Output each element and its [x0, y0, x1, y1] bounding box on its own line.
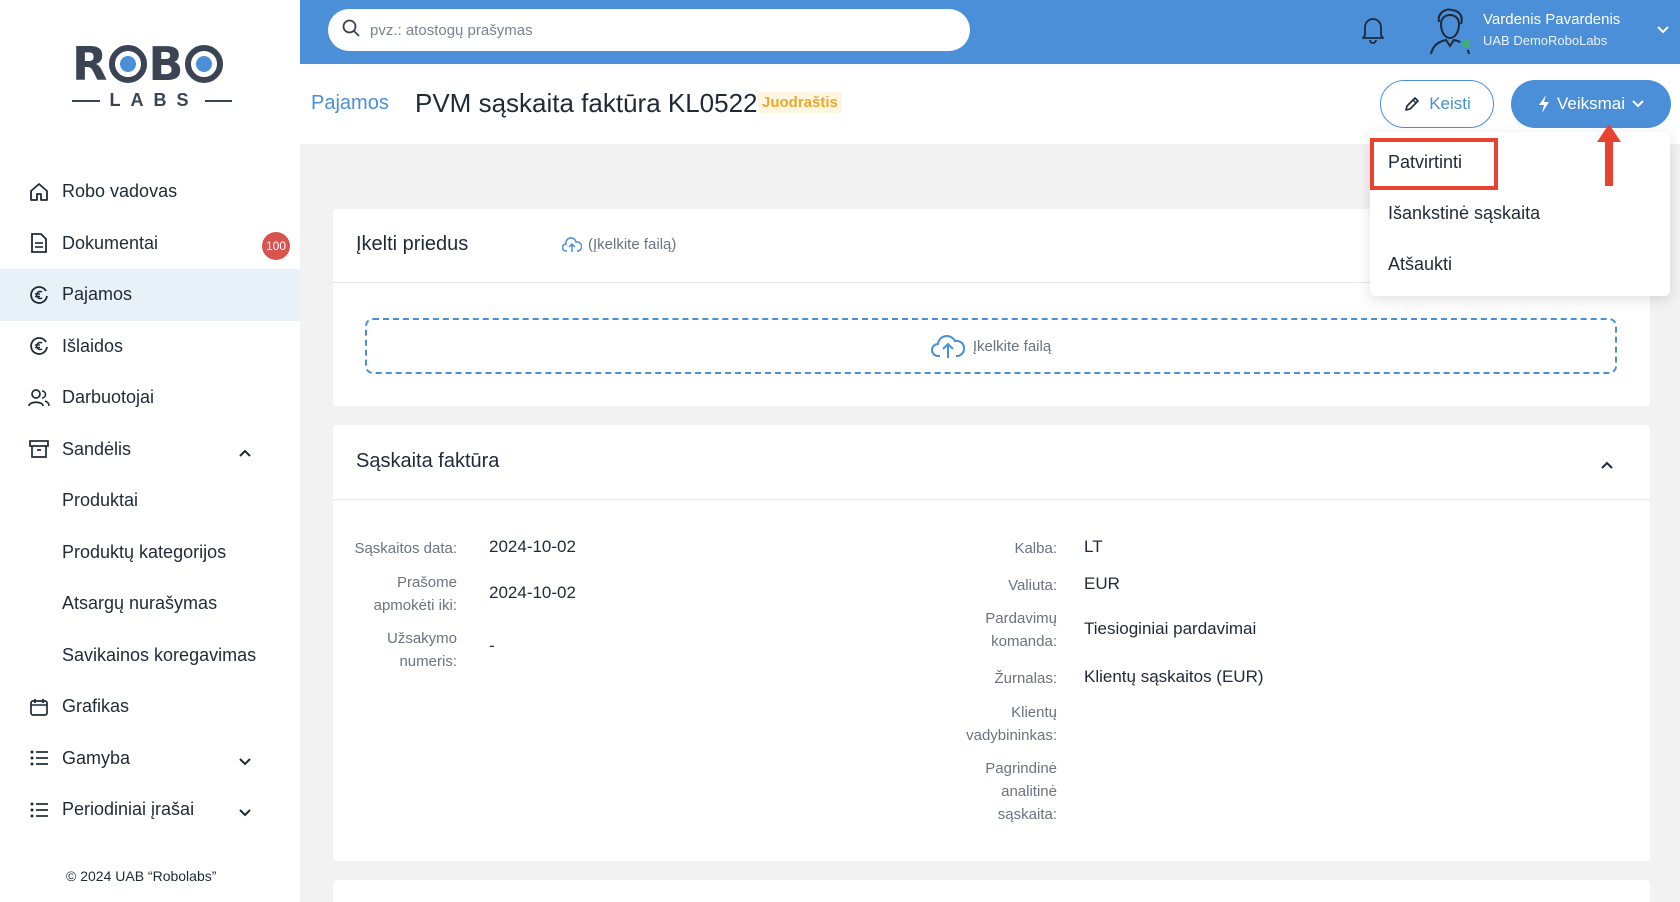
sidebar-nav: Robo vadovas Dokumentai 100 Pajamos Išla… — [0, 166, 300, 836]
actions-button-label: Veiksmai — [1556, 94, 1626, 113]
chevron-down-icon[interactable] — [238, 802, 252, 823]
sidebar-item-label: Gamyba — [62, 747, 131, 768]
users-icon — [28, 387, 50, 409]
sidebar-item-periodiniai-irasai[interactable]: Periodiniai įrašai — [0, 784, 300, 836]
sidebar-item-label: Pajamos — [62, 284, 133, 305]
sidebar-item-label: Darbuotojai — [62, 387, 155, 408]
sidebar-item-sandelis[interactable]: Sandėlis — [0, 424, 300, 476]
euro-circle-icon — [28, 284, 50, 306]
status-badge: Juodraštis — [758, 92, 842, 113]
search-box[interactable] — [328, 9, 970, 51]
sidebar-item-label: Produktų kategorijos — [62, 541, 227, 562]
field-value-due-date: 2024-10-02 — [489, 583, 576, 602]
sidebar-item-label: Robo vadovas — [62, 181, 178, 202]
actions-button[interactable]: Veiksmai — [1511, 80, 1671, 128]
chevron-down-icon — [1632, 100, 1644, 108]
menu-item-atsaukti[interactable]: Atšaukti — [1388, 254, 1452, 275]
sidebar-item-produktu-kategorijos[interactable]: Produktų kategorijos — [0, 527, 300, 579]
divider — [333, 499, 1650, 500]
sidebar-item-produktai[interactable]: Produktai — [0, 475, 300, 527]
chevron-down-icon[interactable] — [238, 751, 252, 772]
field-value-invoice-date: 2024-10-02 — [489, 537, 576, 556]
list-icon — [28, 799, 50, 821]
search-icon — [342, 19, 360, 42]
sidebar-item-grafikas[interactable]: Grafikas — [0, 681, 300, 733]
chevron-up-icon[interactable] — [1600, 457, 1614, 475]
file-dropzone[interactable]: Įkelkite failą — [365, 318, 1617, 374]
sidebar: RB LABS Robo vadovas Dokumentai 100 Paja… — [0, 0, 300, 902]
breadcrumb[interactable]: Pajamos — [311, 92, 389, 115]
cloud-upload-icon — [562, 236, 582, 252]
field-label-account-manager: Klientų vadybininkas: — [966, 704, 1057, 744]
calendar-icon — [28, 696, 50, 718]
sidebar-item-pajamos[interactable]: Pajamos — [0, 269, 300, 321]
field-label-analytic-account: Pagrindinė analitinė sąskaita: — [985, 760, 1057, 823]
user-company: UAB DemoRoboLabs — [1483, 33, 1608, 48]
field-label-due-date: Prašome apmokėti iki: — [373, 574, 457, 614]
sidebar-item-darbuotojai[interactable]: Darbuotojai — [0, 372, 300, 424]
attachments-title: Įkelti priedus — [356, 233, 469, 255]
field-value-currency: EUR — [1084, 574, 1120, 593]
page-title: PVM sąskaita faktūra KL0522 — [415, 88, 758, 118]
sidebar-item-label: Išlaidos — [62, 335, 124, 356]
sidebar-item-islaidos[interactable]: Išlaidos — [0, 321, 300, 373]
field-value-order-number: - — [489, 636, 495, 655]
field-label-currency: Valiuta: — [1008, 577, 1057, 594]
home-icon — [28, 181, 50, 203]
sidebar-item-gamyba[interactable]: Gamyba — [0, 733, 300, 785]
user-name[interactable]: Vardenis Pavardenis — [1483, 11, 1620, 28]
sidebar-item-savikainos-koregavimas[interactable]: Savikainos koregavimas — [0, 630, 300, 682]
dropzone-label: Įkelkite failą — [972, 337, 1052, 355]
notification-badge: 100 — [262, 231, 290, 260]
online-status-dot — [1460, 38, 1472, 50]
top-bar: Vardenis Pavardenis UAB DemoRoboLabs — [300, 0, 1680, 64]
list-icon — [28, 747, 50, 769]
chevron-down-icon[interactable] — [1656, 22, 1670, 40]
field-value-language: LT — [1084, 537, 1103, 556]
copyright-text: © 2024 UAB “Robolabs” — [66, 868, 217, 884]
sidebar-item-label: Grafikas — [62, 696, 130, 717]
edit-button-label: Keisti — [1429, 94, 1471, 113]
sidebar-item-label: Dokumentai — [62, 232, 159, 253]
document-icon — [28, 232, 50, 254]
sidebar-item-label: Produktai — [62, 490, 139, 511]
field-label-sales-team: Pardavimų komanda: — [985, 610, 1057, 650]
sidebar-item-label: Periodiniai įrašai — [62, 799, 195, 820]
lightning-icon — [1538, 95, 1549, 113]
robolabs-logo[interactable]: RB LABS — [72, 40, 232, 120]
chevron-up-icon[interactable] — [238, 442, 252, 463]
pencil-icon — [1405, 97, 1420, 111]
upload-link[interactable]: (Įkelkite failą) — [562, 236, 676, 253]
search-input[interactable] — [370, 21, 930, 39]
menu-item-isankstine-saskaita[interactable]: Išankstinė sąskaita — [1388, 203, 1540, 224]
field-label-order-number: Užsakymo numeris: — [386, 630, 457, 670]
field-label-language: Kalba: — [1014, 540, 1057, 557]
field-label-journal: Žurnalas: — [994, 670, 1057, 687]
invoice-card: Sąskaita faktūra Sąskaitos data: 2024-10… — [333, 425, 1650, 861]
archive-icon — [28, 438, 50, 460]
field-label-invoice-date: Sąskaitos data: — [354, 540, 457, 557]
euro-circle-icon — [28, 335, 50, 357]
sidebar-item-label: Savikainos koregavimas — [62, 644, 257, 665]
highlight-box — [1370, 138, 1498, 190]
bell-icon[interactable] — [1360, 14, 1386, 49]
cloud-upload-icon — [930, 335, 965, 358]
edit-button[interactable]: Keisti — [1380, 80, 1494, 128]
sidebar-item-robo-vadovas[interactable]: Robo vadovas — [0, 166, 300, 218]
invoice-title: Sąskaita faktūra — [356, 450, 500, 472]
sidebar-item-atsargu-nurasymas[interactable]: Atsargų nurašymas — [0, 578, 300, 630]
field-value-journal: Klientų sąskaitos (EUR) — [1084, 667, 1264, 686]
field-value-sales-team: Tiesioginiai pardavimai — [1084, 619, 1257, 638]
sidebar-item-dokumentai[interactable]: Dokumentai 100 — [0, 218, 300, 270]
next-card — [333, 880, 1650, 902]
upload-link-label: (Įkelkite failą) — [588, 236, 677, 253]
sidebar-item-label: Atsargų nurašymas — [62, 593, 218, 614]
arrow-up-icon — [1595, 122, 1623, 193]
sidebar-item-label: Sandėlis — [62, 438, 132, 459]
